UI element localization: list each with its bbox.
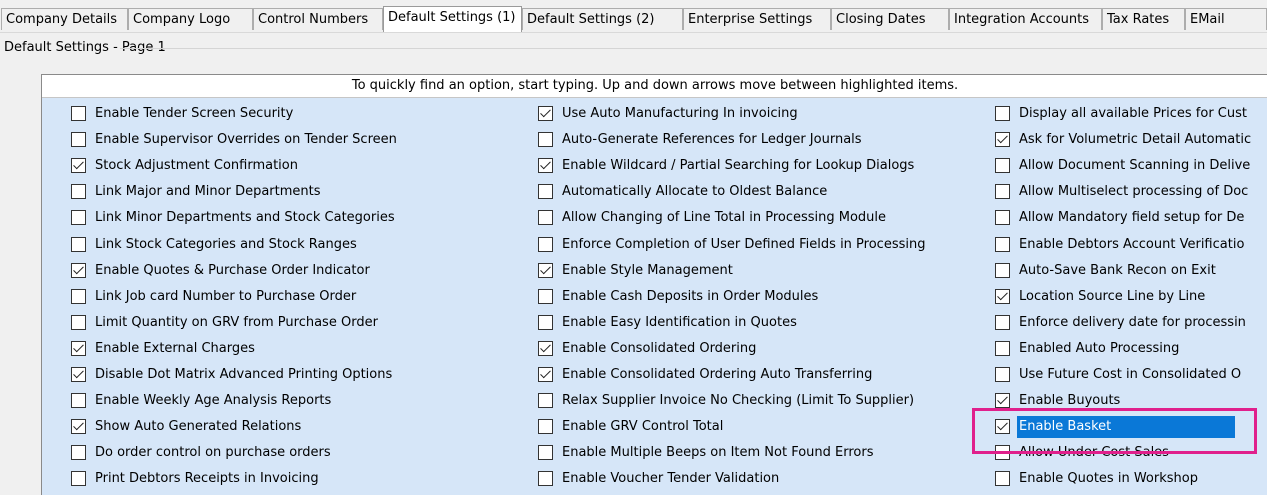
option-label[interactable]: Enable Style Management	[562, 260, 733, 282]
checkbox-unchecked[interactable]	[71, 314, 86, 330]
search-hint: To quickly find an option, start typing.…	[42, 75, 1267, 98]
option-label[interactable]: Enable Cash Deposits in Order Modules	[562, 286, 818, 308]
option-label[interactable]: Print Debtors Receipts in Invoicing	[95, 468, 319, 490]
option-label[interactable]: Ask for Volumetric Detail Automatic	[1019, 129, 1251, 151]
checkbox-unchecked[interactable]	[995, 106, 1010, 121]
checkbox-unchecked[interactable]	[71, 393, 86, 409]
checkbox-unchecked[interactable]	[995, 184, 1010, 200]
checkbox-checked[interactable]	[538, 367, 553, 382]
option-label[interactable]: Link Minor Departments and Stock Categor…	[95, 207, 395, 229]
option-label[interactable]: Enable Supervisor Overrides on Tender Sc…	[95, 129, 397, 151]
checkbox-unchecked[interactable]	[71, 106, 86, 121]
checkbox-unchecked[interactable]	[538, 393, 553, 409]
checkbox-unchecked[interactable]	[995, 314, 1010, 330]
option-label[interactable]: Enable Tender Screen Security	[95, 103, 293, 125]
checkbox-unchecked[interactable]	[538, 314, 553, 330]
checkbox-unchecked[interactable]	[995, 340, 1010, 356]
checkbox-checked[interactable]	[71, 419, 86, 435]
checkbox-unchecked[interactable]	[538, 184, 553, 200]
checkbox-checked[interactable]	[71, 262, 86, 278]
checkbox-checked[interactable]	[538, 262, 553, 278]
checkbox-checked[interactable]	[71, 367, 86, 382]
checkbox-unchecked[interactable]	[538, 419, 553, 435]
option-label[interactable]: Allow Document Scanning in Delive	[1019, 155, 1250, 177]
tab-control-numbers[interactable]: Control Numbers	[253, 8, 383, 30]
option-label[interactable]: Relax Supplier Invoice No Checking (Limi…	[562, 390, 914, 412]
checkbox-unchecked[interactable]	[538, 288, 553, 304]
tab-tax-rates[interactable]: Tax Rates	[1102, 8, 1185, 30]
option-label[interactable]: Allow Multiselect processing of Doc	[1019, 181, 1248, 203]
groupbox-divider	[120, 48, 1267, 49]
tab-default-settings-2[interactable]: Default Settings (2)	[522, 8, 683, 30]
checkbox-unchecked[interactable]	[71, 132, 86, 148]
option-label[interactable]: Enable Quotes & Purchase Order Indicator	[95, 260, 370, 282]
option-label[interactable]: Enforce delivery date for processin	[1019, 312, 1246, 334]
option-label[interactable]: Allow Mandatory field setup for De	[1019, 207, 1244, 229]
option-label[interactable]: Show Auto Generated Relations	[95, 416, 301, 438]
option-label[interactable]: Enable Multiple Beeps on Item Not Found …	[562, 442, 874, 464]
annotation-highlight-box	[972, 408, 1257, 454]
checkbox-unchecked[interactable]	[538, 210, 553, 226]
checkbox-unchecked[interactable]	[71, 184, 86, 200]
checkbox-unchecked[interactable]	[71, 236, 86, 252]
checkbox-unchecked[interactable]	[538, 445, 553, 461]
option-label[interactable]: Enabled Auto Processing	[1019, 338, 1179, 360]
option-label[interactable]: Link Job card Number to Purchase Order	[95, 286, 356, 308]
option-label[interactable]: Use Auto Manufacturing In invoicing	[562, 103, 798, 125]
option-label[interactable]: Automatically Allocate to Oldest Balance	[562, 181, 827, 203]
checkbox-checked[interactable]	[538, 106, 553, 121]
option-label[interactable]: Enforce Completion of User Defined Field…	[562, 234, 925, 256]
tab-default-settings-1[interactable]: Default Settings (1)	[383, 6, 522, 32]
checkbox-unchecked[interactable]	[538, 132, 553, 148]
option-label[interactable]: Use Future Cost in Consolidated O	[1019, 364, 1241, 386]
checkbox-checked[interactable]	[71, 158, 86, 174]
checkbox-unchecked[interactable]	[71, 445, 86, 461]
checkbox-unchecked[interactable]	[71, 210, 86, 226]
option-label[interactable]: Limit Quantity on GRV from Purchase Orde…	[95, 312, 378, 334]
checkbox-checked[interactable]	[995, 132, 1010, 148]
option-label[interactable]: Enable Consolidated Ordering Auto Transf…	[562, 364, 872, 386]
tab-enterprise-settings[interactable]: Enterprise Settings	[683, 8, 831, 30]
option-label[interactable]: Auto-Generate References for Ledger Jour…	[562, 129, 862, 151]
option-label[interactable]: Enable External Charges	[95, 338, 255, 360]
tab-strip: Company Details Company Logo Control Numbe…	[0, 0, 1267, 33]
checkbox-checked[interactable]	[538, 158, 553, 174]
checkbox-unchecked[interactable]	[995, 158, 1010, 174]
checkbox-unchecked[interactable]	[995, 471, 1010, 487]
checkbox-unchecked[interactable]	[538, 236, 553, 252]
checkbox-checked[interactable]	[995, 288, 1010, 304]
option-label[interactable]: Enable GRV Control Total	[562, 416, 723, 438]
checkbox-unchecked[interactable]	[538, 471, 553, 487]
checkbox-unchecked[interactable]	[995, 262, 1010, 278]
checkbox-unchecked[interactable]	[995, 210, 1010, 226]
option-label[interactable]: Link Major and Minor Departments	[95, 181, 321, 203]
checkbox-unchecked[interactable]	[995, 236, 1010, 252]
checkbox-checked[interactable]	[71, 340, 86, 356]
option-label[interactable]: Enable Voucher Tender Validation	[562, 468, 779, 490]
option-label[interactable]: Enable Quotes in Workshop	[1019, 468, 1198, 490]
tab-company-details[interactable]: Company Details	[1, 8, 128, 30]
option-label[interactable]: Allow Changing of Line Total in Processi…	[562, 207, 886, 229]
option-label[interactable]: Enable Debtors Account Verificatio	[1019, 234, 1244, 256]
option-label[interactable]: Auto-Save Bank Recon on Exit	[1019, 260, 1216, 282]
option-label[interactable]: Do order control on purchase orders	[95, 442, 331, 464]
checkbox-unchecked[interactable]	[71, 288, 86, 304]
checkbox-unchecked[interactable]	[995, 367, 1010, 382]
tab-company-logo[interactable]: Company Logo	[128, 8, 253, 30]
checkbox-unchecked[interactable]	[71, 471, 86, 487]
option-label[interactable]: Enable Weekly Age Analysis Reports	[95, 390, 331, 412]
option-label[interactable]: Stock Adjustment Confirmation	[95, 155, 298, 177]
tab-integration-accounts[interactable]: Integration Accounts	[949, 8, 1102, 30]
checkbox-checked[interactable]	[995, 393, 1010, 409]
option-label[interactable]: Enable Wildcard / Partial Searching for …	[562, 155, 914, 177]
option-label[interactable]: Location Source Line by Line	[1019, 286, 1205, 308]
tab-closing-dates[interactable]: Closing Dates	[831, 8, 949, 30]
option-label[interactable]: Disable Dot Matrix Advanced Printing Opt…	[95, 364, 392, 386]
option-label[interactable]: Enable Easy Identification in Quotes	[562, 312, 797, 334]
checkbox-checked[interactable]	[538, 340, 553, 356]
tab-email[interactable]: EMail	[1185, 8, 1267, 30]
option-label[interactable]: Link Stock Categories and Stock Ranges	[95, 234, 357, 256]
option-label[interactable]: Enable Consolidated Ordering	[562, 338, 756, 360]
option-label[interactable]: Display all available Prices for Cust	[1019, 103, 1247, 125]
